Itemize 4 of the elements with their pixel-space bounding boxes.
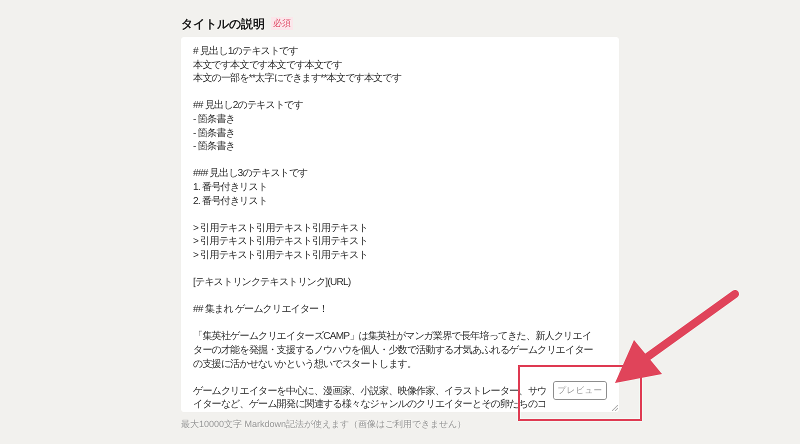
resize-handle-icon[interactable] xyxy=(612,405,618,411)
field-label: タイトルの説明 xyxy=(181,16,265,32)
hint-text: 最大10000文字 Markdown記法が使えます（画像はご利用できません） xyxy=(181,418,468,431)
required-badge: 必須 xyxy=(271,17,293,30)
